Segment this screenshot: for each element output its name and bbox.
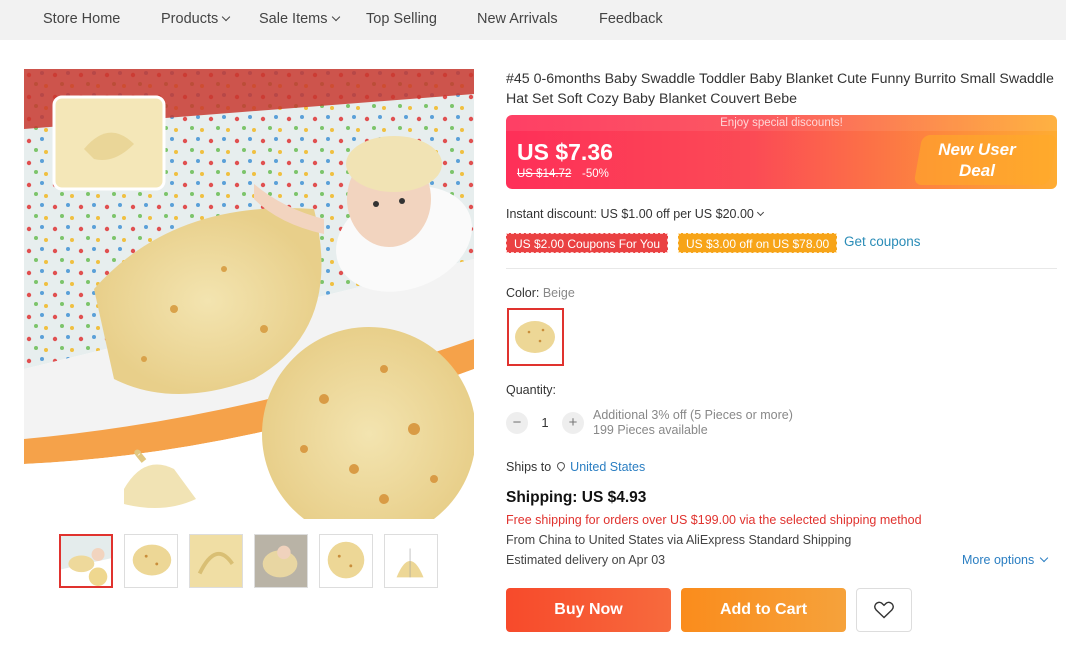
discount-percent: -50% [582,168,609,180]
nav-label: New Arrivals [477,11,558,27]
nav-label: Products [161,11,219,27]
coupon-for-you[interactable]: US $2.00 Coupons For You [506,233,669,253]
pin-icon [555,460,567,472]
color-swatch-beige[interactable] [507,308,564,366]
heart-icon [874,601,894,619]
get-coupons-link[interactable]: Get coupons [844,234,921,249]
new-user-deal-badge: New User Deal [938,140,1016,180]
coupon-threshold[interactable]: US $3.00 off on US $78.00 [678,233,838,253]
current-price: US $7.36 [517,139,613,165]
discount-banner-text: Enjoy special discounts! [506,115,1057,131]
thumbnail-2[interactable] [124,534,178,588]
thumbnail-6[interactable] [384,534,438,588]
quantity-decrease-button[interactable]: − [506,412,528,434]
chevron-down-icon [221,12,231,22]
free-shipping-note: Free shipping for orders over US $199.00… [506,513,922,527]
chevron-down-icon [1040,553,1049,563]
nav-feedback[interactable]: Feedback [599,0,663,40]
add-to-cart-button[interactable]: Add to Cart [681,588,846,632]
nav-label: Top Selling [366,11,437,27]
more-options-link[interactable]: More options [962,553,1049,567]
thumbnail-5[interactable] [319,534,373,588]
quantity-info: Additional 3% off (5 Pieces or more) 199… [593,408,793,438]
nav-label: Store Home [43,11,121,27]
buy-now-button[interactable]: Buy Now [506,588,671,632]
price-banner: Enjoy special discounts! US $7.36 US $14… [506,115,1057,189]
quantity-value[interactable]: 1 [534,415,556,430]
thumbnail-3[interactable] [189,534,243,588]
ships-to-country-link[interactable]: United States [570,460,645,474]
divider [506,268,1057,269]
nav-label: Sale Items [259,11,328,27]
original-price: US $14.72 [517,168,571,180]
color-label-text: Color: [506,286,540,300]
nav-sale-items[interactable]: Sale Items [259,0,340,40]
product-title: #45 0-6months Baby Swaddle Toddler Baby … [506,71,1054,107]
thumbnail-1[interactable] [59,534,113,588]
nav-store-home[interactable]: Store Home [43,0,120,40]
shipping-route: From China to United States via AliExpre… [506,533,852,547]
wishlist-button[interactable] [856,588,912,632]
more-options-label: More options [962,553,1035,567]
chevron-down-icon [331,12,340,22]
quantity-increase-button[interactable]: + [562,412,584,434]
store-nav: Store Home Products Sale Items Top Selli… [0,0,1066,40]
nav-new-arrivals[interactable]: New Arrivals [477,0,558,40]
instant-discount[interactable]: Instant discount: US $1.00 off per US $2… [506,207,764,221]
color-label: Color: Beige [506,286,575,300]
main-product-image[interactable] [24,69,474,519]
stock-available-text: 199 Pieces available [593,423,708,437]
original-price-value: US $14.72 [517,168,572,180]
ships-to-label: Ships to [506,460,552,474]
instant-discount-text: Instant discount: US $1.00 off per US $2… [506,207,754,221]
ships-to: Ships to United States [506,460,645,474]
quantity-label: Quantity: [506,383,557,397]
estimated-delivery: Estimated delivery on Apr 03 [506,553,666,567]
bulk-offer-text: Additional 3% off (5 Pieces or more) [593,408,793,422]
thumbnail-4[interactable] [254,534,308,588]
shipping-cost: Shipping: US $4.93 [506,489,647,506]
nav-top-selling[interactable]: Top Selling [366,0,437,40]
nav-products[interactable]: Products [161,0,231,40]
chevron-down-icon [756,208,764,217]
nav-label: Feedback [599,11,663,27]
color-value: Beige [542,286,575,300]
